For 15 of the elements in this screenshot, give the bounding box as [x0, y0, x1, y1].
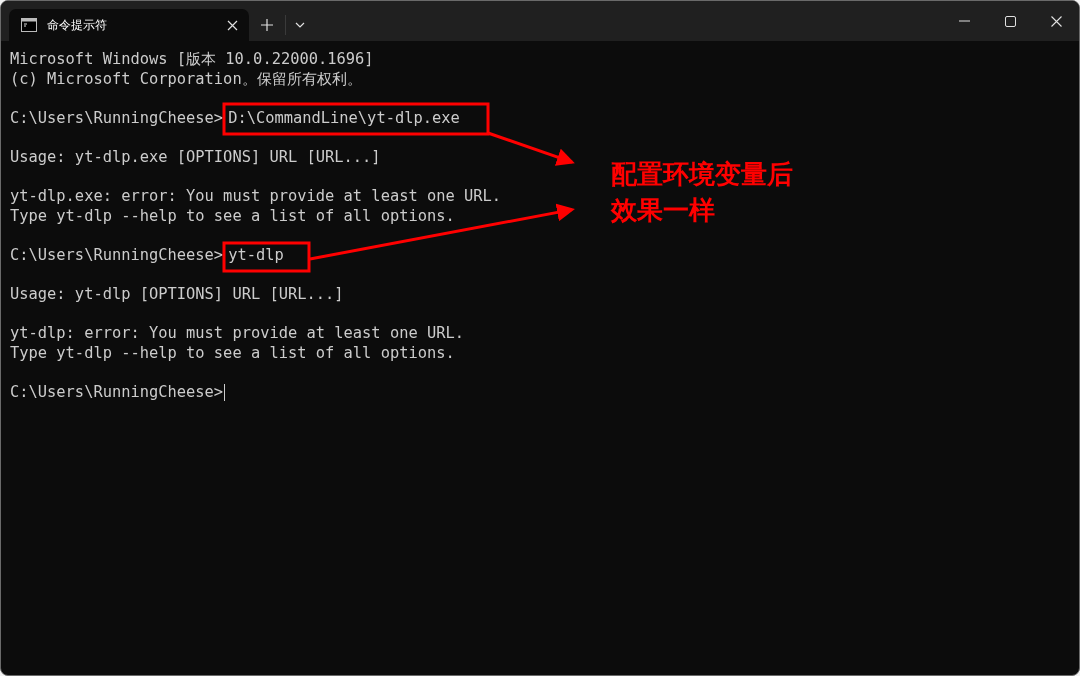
tab-title: 命令提示符 [47, 16, 108, 34]
output-line: Usage: yt-dlp.exe [OPTIONS] URL [URL...] [10, 147, 381, 168]
output-line: yt-dlp: error: You must provide at least one URL. [10, 324, 465, 344]
output-line: Type yt-dlp --help to see a list of all options. [10, 206, 455, 227]
prompt: C:\Users\RunningCheese> [10, 383, 224, 403]
tab[interactable]: 命令提示符 [9, 9, 249, 41]
output-line: Microsoft Windows [版本 10.0.22000.1696] [10, 50, 374, 70]
annotation-text: 配置环境变量后效果一样 [611, 158, 794, 227]
command-text: yt-dlp [228, 245, 284, 266]
output-line: (c) Microsoft Corporation。保留所有权利。 [10, 69, 362, 90]
output-line: Usage: yt-dlp [OPTIONS] URL [URL...] [10, 285, 344, 305]
output-line: Type yt-dlp --help to see a list of all options. [10, 343, 455, 364]
command-text: D:\CommandLine\yt-dlp.exe [228, 108, 460, 129]
output-line: yt-dlp.exe: error: You must provide at least one URL. [10, 187, 502, 207]
terminal-icon [21, 18, 37, 32]
